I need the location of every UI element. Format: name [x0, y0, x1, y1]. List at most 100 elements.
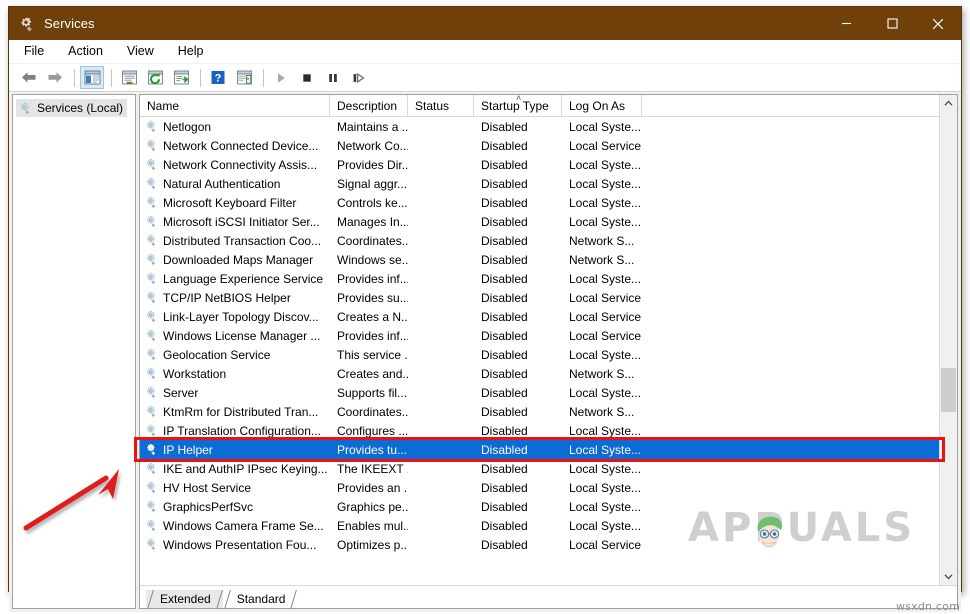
table-row[interactable]: Microsoft iSCSI Initiator Ser... Manages… [140, 212, 939, 231]
menu-action[interactable]: Action [67, 42, 114, 61]
table-row[interactable]: IP Helper Provides tu... Disabled Local … [140, 440, 939, 459]
scrollbar-thumb[interactable] [941, 368, 956, 412]
cell-description: Provides inf... [330, 326, 408, 345]
table-row[interactable]: Downloaded Maps Manager Windows se... Di… [140, 250, 939, 269]
service-name-label: Network Connectivity Assis... [163, 158, 317, 172]
minimize-button[interactable] [823, 7, 869, 40]
table-row[interactable]: Microsoft Keyboard Filter Controls ke...… [140, 193, 939, 212]
cell-name: Network Connected Device... [140, 136, 330, 155]
service-name-label: IP Translation Configuration... [163, 424, 321, 438]
column-header-description[interactable]: Description [330, 95, 408, 116]
maximize-button[interactable] [869, 7, 915, 40]
cell-name: Distributed Transaction Coo... [140, 231, 330, 250]
table-row[interactable]: Server Supports fil... Disabled Local Sy… [140, 383, 939, 402]
table-row[interactable]: Link-Layer Topology Discov... Creates a … [140, 307, 939, 326]
table-row[interactable]: Windows Presentation Fou... Optimizes p.… [140, 535, 939, 554]
wsxdn-watermark: wsxdn.com [896, 600, 960, 613]
cell-startup-type: Disabled [474, 231, 562, 250]
menu-help[interactable]: Help [177, 42, 215, 61]
service-name-label: Server [163, 386, 198, 400]
service-gear-icon [145, 500, 158, 513]
title-bar: Services [9, 7, 961, 40]
scroll-up-arrow-icon[interactable] [940, 95, 957, 112]
forward-arrow-icon[interactable] [43, 66, 67, 89]
console-tree-pane: Services (Local) [12, 94, 136, 609]
cell-description: Signal aggr... [330, 174, 408, 193]
table-row[interactable]: TCP/IP NetBIOS Helper Provides su... Dis… [140, 288, 939, 307]
table-row[interactable]: IKE and AuthIP IPsec Keying... The IKEEX… [140, 459, 939, 478]
cell-startup-type: Disabled [474, 117, 562, 136]
vertical-scrollbar[interactable] [939, 95, 957, 585]
table-row[interactable]: Network Connectivity Assis... Provides D… [140, 155, 939, 174]
table-row[interactable]: Windows License Manager ... Provides inf… [140, 326, 939, 345]
tab-extended[interactable]: Extended [146, 590, 223, 608]
menu-view[interactable]: View [126, 42, 165, 61]
service-name-label: Distributed Transaction Coo... [163, 234, 321, 248]
start-service-icon[interactable] [269, 66, 293, 89]
cell-startup-type: Disabled [474, 345, 562, 364]
service-gear-icon [145, 234, 158, 247]
column-header-status[interactable]: Status [408, 95, 474, 116]
close-button[interactable] [915, 7, 961, 40]
toolbar-separator-4 [263, 69, 264, 87]
service-gear-icon [145, 158, 158, 171]
table-row[interactable]: Netlogon Maintains a ... Disabled Local … [140, 117, 939, 136]
table-row[interactable]: HV Host Service Provides an ... Disabled… [140, 478, 939, 497]
table-row[interactable]: IP Translation Configuration... Configur… [140, 421, 939, 440]
show-hide-console-tree-icon[interactable] [80, 66, 104, 89]
tree-item-services-local[interactable]: Services (Local) [16, 99, 127, 117]
tab-standard[interactable]: Standard [223, 590, 298, 608]
column-header-name[interactable]: Name [140, 95, 330, 116]
cell-name: Link-Layer Topology Discov... [140, 307, 330, 326]
table-row[interactable]: Network Connected Device... Network Co..… [140, 136, 939, 155]
service-gear-icon [145, 405, 158, 418]
cell-status [408, 364, 474, 383]
refresh-icon[interactable] [143, 66, 167, 89]
table-row[interactable]: Windows Camera Frame Se... Enables mul..… [140, 516, 939, 535]
cell-startup-type: Disabled [474, 155, 562, 174]
cell-description: Coordinates... [330, 402, 408, 421]
cell-startup-type: Disabled [474, 136, 562, 155]
cell-name: Language Experience Service [140, 269, 330, 288]
cell-description: This service ... [330, 345, 408, 364]
service-gear-icon [145, 443, 158, 456]
services-gear-icon [18, 15, 36, 33]
cell-name: Microsoft iSCSI Initiator Ser... [140, 212, 330, 231]
table-row[interactable]: GraphicsPerfSvc Graphics pe... Disabled … [140, 497, 939, 516]
menu-file[interactable]: File [23, 42, 55, 61]
export-list-icon[interactable] [169, 66, 193, 89]
column-header-startup-type[interactable]: ˄ Startup Type [474, 95, 562, 116]
cell-name: Workstation [140, 364, 330, 383]
table-row[interactable]: Workstation Creates and... Disabled Netw… [140, 364, 939, 383]
toolbar-separator-3 [200, 69, 201, 87]
cell-name: Geolocation Service [140, 345, 330, 364]
back-arrow-icon[interactable] [17, 66, 41, 89]
table-row[interactable]: Geolocation Service This service ... Dis… [140, 345, 939, 364]
column-header-log-on-as[interactable]: Log On As [562, 95, 642, 116]
pause-service-icon[interactable] [321, 66, 345, 89]
cell-name: Downloaded Maps Manager [140, 250, 330, 269]
restart-service-icon[interactable] [347, 66, 371, 89]
service-name-label: Microsoft iSCSI Initiator Ser... [163, 215, 320, 229]
table-row[interactable]: Language Experience Service Provides inf… [140, 269, 939, 288]
cell-startup-type: Disabled [474, 307, 562, 326]
table-row[interactable]: Natural Authentication Signal aggr... Di… [140, 174, 939, 193]
cell-description: Configures ... [330, 421, 408, 440]
help-icon[interactable]: ? [206, 66, 230, 89]
service-gear-icon [145, 386, 158, 399]
stop-service-icon[interactable] [295, 66, 319, 89]
column-header-log-on-as-label: Log On As [569, 99, 625, 113]
cell-startup-type: Disabled [474, 459, 562, 478]
cell-status [408, 383, 474, 402]
scroll-down-arrow-icon[interactable] [940, 568, 957, 585]
table-row[interactable]: Distributed Transaction Coo... Coordinat… [140, 231, 939, 250]
service-gear-icon [145, 462, 158, 475]
table-row[interactable]: KtmRm for Distributed Tran... Coordinate… [140, 402, 939, 421]
tab-extended-label: Extended [160, 592, 211, 606]
cell-status [408, 326, 474, 345]
properties-icon[interactable] [117, 66, 141, 89]
show-hide-action-pane-icon[interactable] [232, 66, 256, 89]
cell-description: Maintains a ... [330, 117, 408, 136]
cell-log-on-as: Local Service [562, 288, 642, 307]
scrollbar-track[interactable] [940, 112, 957, 568]
